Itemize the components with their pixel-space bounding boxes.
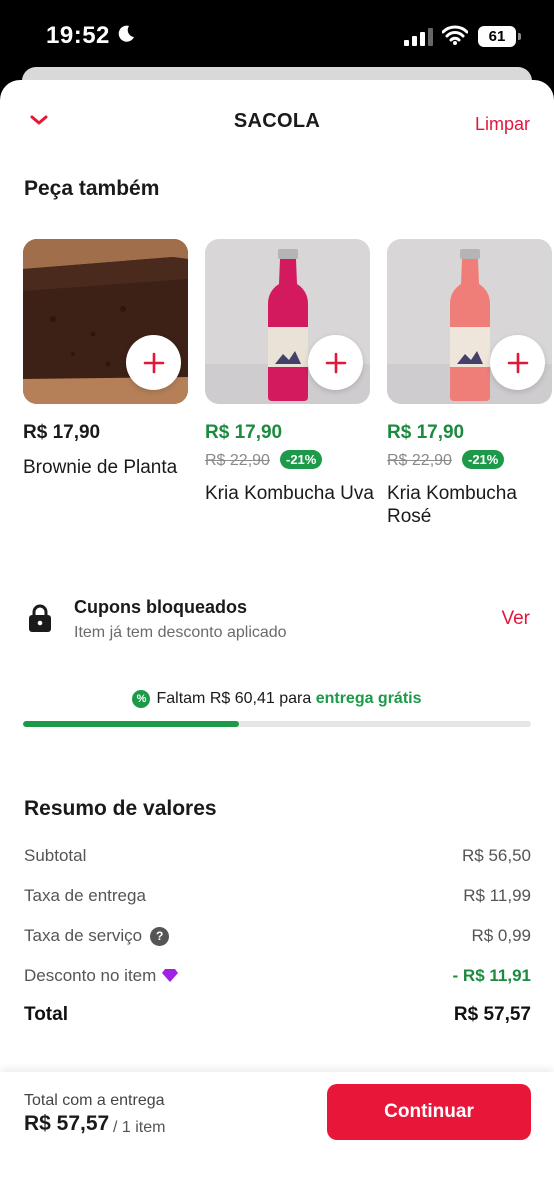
free-delivery-highlight: entrega grátis	[315, 690, 422, 707]
subtotal-label: Subtotal	[24, 846, 87, 865]
product-price: R$ 17,90	[387, 422, 465, 443]
product-old-price: R$ 22,90	[205, 452, 270, 469]
discount-badge: -21%	[462, 450, 505, 469]
product-name: Brownie de Planta	[23, 457, 178, 478]
coupon-title: Cupons bloqueados	[74, 597, 247, 617]
product-card-kombucha-uva[interactable]: R$ 17,90 R$ 22,90 -21% Kria Kombucha Uva	[205, 239, 374, 504]
lock-icon	[29, 604, 51, 632]
product-price: R$ 17,90	[23, 422, 101, 443]
item-discount-label: Desconto no item	[24, 966, 157, 985]
product-card-kombucha-rose[interactable]: R$ 17,90 R$ 22,90 -21% Kria Kombucha Ros…	[387, 239, 552, 527]
delivery-fee-label: Taxa de entrega	[24, 886, 146, 905]
summary-title: Resumo de valores	[24, 797, 217, 820]
checkout-footer: Total com a entrega R$ 57,57 / 1 item Co…	[0, 1072, 554, 1200]
product-old-price: R$ 22,90	[387, 452, 452, 469]
delivery-fee-value: R$ 11,99	[463, 886, 531, 905]
product-card-brownie[interactable]: R$ 17,90 Brownie de Planta	[23, 239, 188, 478]
kombucha-uva-image	[205, 239, 370, 404]
signal-icon	[404, 28, 433, 46]
product-name: Kria Kombucha Uva	[205, 483, 374, 504]
plus-icon	[325, 352, 346, 373]
plus-icon	[143, 352, 164, 373]
status-time: 19:52	[46, 22, 110, 49]
add-button[interactable]	[308, 335, 363, 390]
service-fee-label: Taxa de serviço	[24, 926, 143, 945]
add-button[interactable]	[490, 335, 545, 390]
discount-badge: -21%	[280, 450, 323, 469]
battery-cap	[518, 33, 521, 40]
clear-button[interactable]: Limpar	[475, 114, 530, 135]
free-delivery-message: % Faltam R$ 60,41 para entrega grátis	[0, 690, 554, 708]
total-label: Total	[24, 1004, 68, 1025]
footer-item-count: / 1 item	[113, 1119, 166, 1136]
subtotal-value: R$ 56,50	[462, 846, 531, 865]
free-delivery-progress	[23, 721, 531, 727]
moon-icon	[118, 25, 134, 42]
diamond-icon	[162, 969, 179, 982]
product-name: Kria Kombucha Rosé	[387, 483, 517, 527]
free-delivery-prefix: Faltam R$ 60,41 para	[156, 690, 312, 707]
view-coupons-link[interactable]: Ver	[501, 608, 530, 630]
continue-button[interactable]: Continuar	[327, 1084, 531, 1140]
service-fee-value: R$ 0,99	[471, 926, 531, 945]
coupon-subtitle: Item já tem desconto aplicado	[74, 624, 287, 641]
footer-total-label: Total com a entrega	[24, 1092, 165, 1109]
total-value: R$ 57,57	[453, 1004, 531, 1025]
page-title: SACOLA	[233, 110, 321, 132]
product-price: R$ 17,90	[205, 422, 283, 443]
progress-fill	[23, 721, 239, 727]
suggestions-title: Peça também	[24, 177, 160, 200]
percent-icon: %	[132, 690, 151, 708]
footer-total-value: R$ 57,57	[24, 1112, 110, 1135]
status-bar: 19:52 61	[0, 0, 554, 70]
kombucha-rose-image	[387, 239, 552, 404]
brownie-image	[23, 239, 188, 404]
wifi-icon	[442, 25, 468, 45]
help-icon[interactable]: ?	[150, 927, 170, 946]
plus-icon	[507, 352, 528, 373]
item-discount-value: - R$ 11,91	[452, 966, 531, 985]
add-button[interactable]	[126, 335, 181, 390]
battery-icon: 61	[478, 26, 516, 47]
